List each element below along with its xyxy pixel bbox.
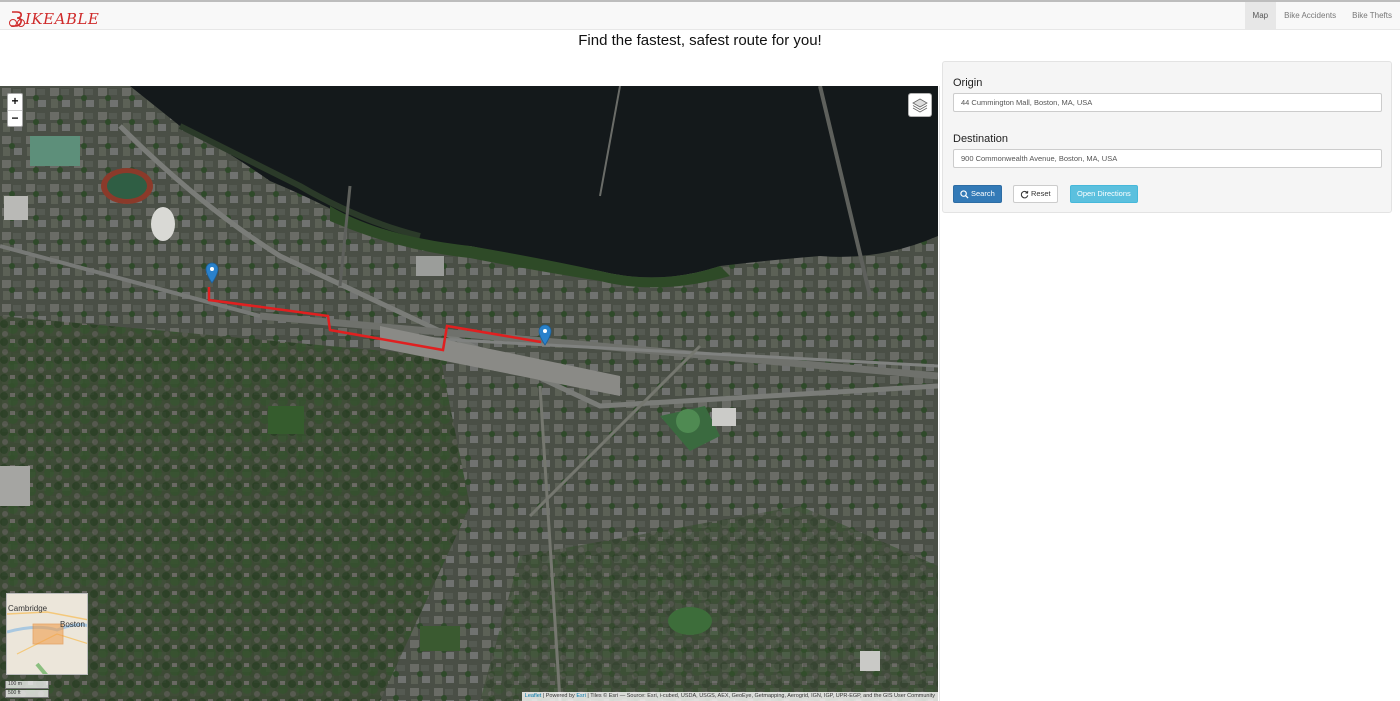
- destination-input[interactable]: [953, 149, 1382, 168]
- brand-logo[interactable]: IKEABLE: [8, 9, 99, 29]
- search-button[interactable]: Search: [953, 185, 1002, 203]
- map-attribution: Leaflet | Powered by Esri | Tiles © Esri…: [521, 692, 938, 701]
- route-form-panel: Origin Destination Search Reset Open Dir…: [942, 61, 1392, 213]
- zoom-control: + −: [7, 93, 23, 127]
- origin-label: Origin: [953, 77, 983, 89]
- zoom-out-button[interactable]: −: [8, 110, 22, 126]
- esri-link[interactable]: Esri: [576, 693, 585, 699]
- nav-links: Map Bike Accidents Bike Thefts: [1244, 2, 1400, 30]
- map-pin-icon: [205, 262, 219, 284]
- zoom-in-button[interactable]: +: [8, 94, 22, 110]
- open-directions-button[interactable]: Open Directions: [1070, 185, 1138, 203]
- brand-text: IKEABLE: [25, 10, 100, 28]
- reset-button[interactable]: Reset: [1013, 185, 1058, 203]
- search-icon: [960, 189, 969, 199]
- layers-icon: [912, 98, 928, 113]
- origin-marker[interactable]: [205, 262, 219, 284]
- attribution-text: | Tiles © Esri — Source: Esri, i-cubed, …: [585, 693, 935, 699]
- leaflet-link[interactable]: Leaflet: [525, 693, 542, 699]
- scale-metric: 100 m: [5, 681, 49, 689]
- nav-map[interactable]: Map: [1244, 2, 1277, 30]
- map-pin-icon: [538, 324, 552, 346]
- navbar: IKEABLE Map Bike Accidents Bike Thefts: [0, 0, 1400, 30]
- map-view[interactable]: + − Cambridge Boston 100 m 500 ft Leafle…: [0, 86, 938, 701]
- satellite-tiles: [0, 86, 938, 701]
- minimap-label-boston: Boston: [60, 620, 85, 629]
- search-label: Search: [971, 189, 995, 198]
- destination-marker[interactable]: [538, 324, 552, 346]
- minimap-label-cambridge: Cambridge: [8, 604, 48, 613]
- scale-imperial: 500 ft: [5, 690, 49, 698]
- origin-input[interactable]: [953, 93, 1382, 112]
- attribution-sep: | Powered by: [541, 693, 577, 699]
- page-tagline: Find the fastest, safest route for you!: [578, 32, 822, 49]
- refresh-icon: [1020, 190, 1029, 198]
- reset-label: Reset: [1031, 189, 1051, 198]
- minimap[interactable]: Cambridge Boston: [6, 593, 88, 675]
- nav-bike-thefts[interactable]: Bike Thefts: [1344, 2, 1400, 30]
- map-border: [939, 86, 940, 701]
- nav-bike-accidents[interactable]: Bike Accidents: [1276, 2, 1344, 30]
- bike-logo-icon: [9, 11, 25, 27]
- destination-label: Destination: [953, 133, 1009, 145]
- layers-button[interactable]: [908, 93, 932, 117]
